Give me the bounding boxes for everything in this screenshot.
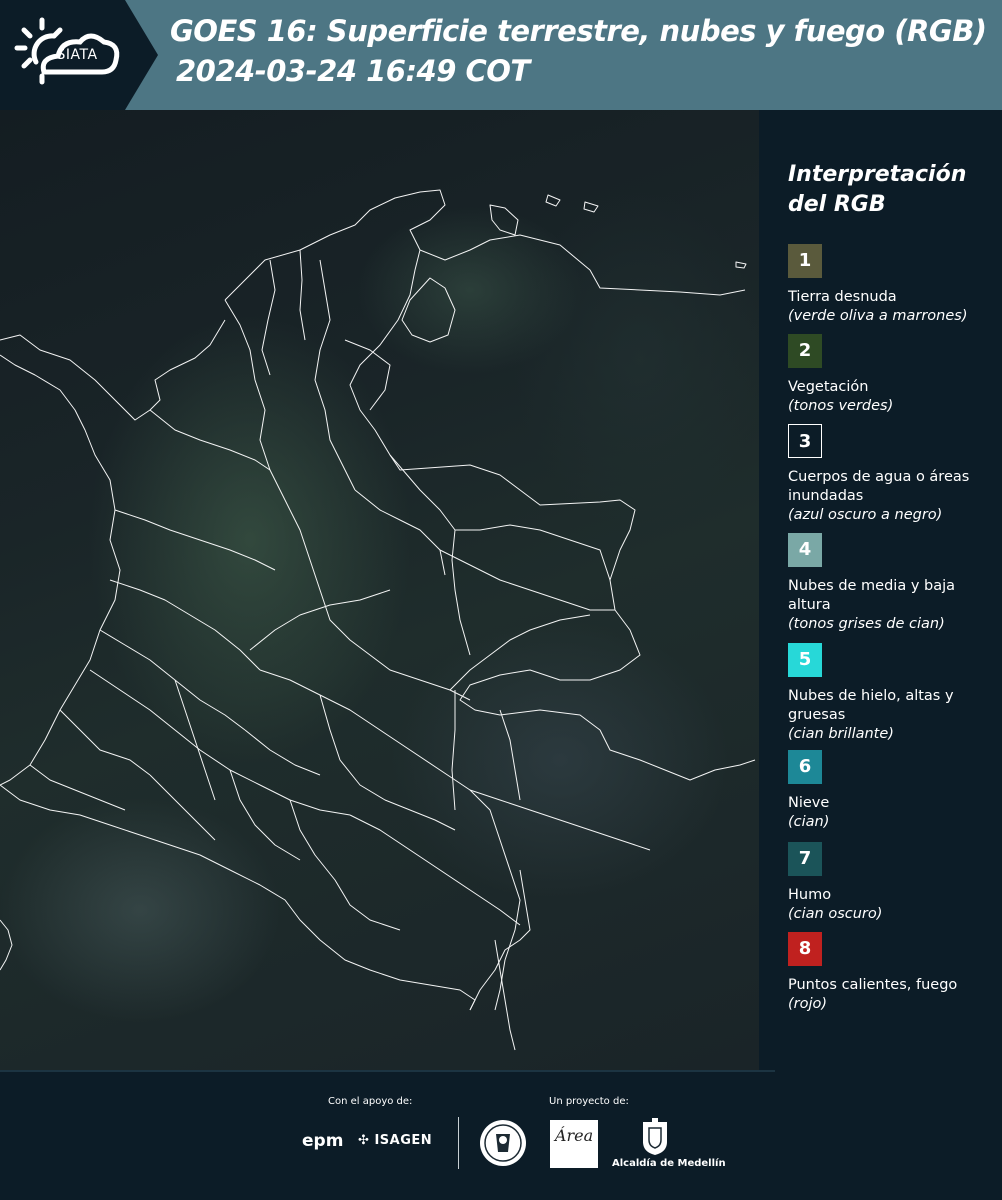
legend-description: (tonos grises de cian) xyxy=(788,616,945,632)
national-border xyxy=(349,249,756,781)
university-seal-icon xyxy=(480,1120,526,1166)
department-line xyxy=(244,729,321,776)
legend-swatch: 1 xyxy=(788,244,822,278)
department-line xyxy=(149,409,271,471)
department-line xyxy=(114,509,276,571)
legend-label: Nubes de media y baja altura xyxy=(788,578,956,613)
department-line xyxy=(344,339,391,411)
legend-label: Puntos calientes, fuego xyxy=(788,977,958,993)
department-line xyxy=(389,454,471,656)
project-caption: Un proyecto de: xyxy=(549,1096,629,1107)
pacific-coastline xyxy=(0,319,226,421)
department-line xyxy=(499,709,521,801)
department-line xyxy=(261,259,276,376)
isagen-text: ISAGEN xyxy=(374,1133,433,1148)
legend-label: Humo xyxy=(788,887,832,903)
alcaldia-text: Alcaldía de Medellín xyxy=(612,1158,726,1169)
national-border xyxy=(494,939,516,1051)
department-line xyxy=(149,774,216,841)
island xyxy=(735,261,747,269)
department-line xyxy=(314,259,356,491)
legend-label: Vegetación xyxy=(788,379,869,395)
department-line xyxy=(354,489,446,576)
ecuador-coastline xyxy=(0,919,13,971)
legend-item-vegetation: 2 Vegetación (tonos verdes) xyxy=(788,334,998,416)
isagen-logo: ✣ ISAGEN xyxy=(358,1133,432,1148)
department-line xyxy=(259,669,521,1011)
legend-description: (cian oscuro) xyxy=(788,906,883,922)
legend-description: (rojo) xyxy=(788,996,828,1012)
department-line xyxy=(455,524,611,581)
department-line xyxy=(299,249,306,341)
legend-item-fire: 8 Puntos calientes, fuego (rojo) xyxy=(788,932,998,1014)
legend-item-low-clouds: 4 Nubes de media y baja altura (tonos gr… xyxy=(788,533,998,634)
header-bar: SIATA GOES 16: Superficie terrestre, nub… xyxy=(0,0,1002,110)
legend-label: Tierra desnuda xyxy=(788,289,897,305)
department-line xyxy=(89,669,351,816)
department-line xyxy=(451,690,456,811)
department-line xyxy=(229,769,301,861)
department-line xyxy=(439,549,615,611)
island xyxy=(583,201,599,213)
legend-title: Interpretación del RGB xyxy=(788,162,967,217)
siata-logo-text: SIATA xyxy=(56,47,98,63)
epm-logo: epm xyxy=(302,1131,344,1151)
legend-swatch: 8 xyxy=(788,932,822,966)
legend-swatch: 4 xyxy=(788,533,822,567)
caribbean-coastline xyxy=(224,189,746,301)
satellite-map xyxy=(0,110,760,1070)
legend-swatch: 3 xyxy=(788,424,822,458)
legend-description: (cian) xyxy=(788,814,830,830)
area-metropolitana-text: Área xyxy=(554,1126,594,1145)
department-line xyxy=(29,764,126,811)
legend-swatch: 6 xyxy=(788,750,822,784)
department-line xyxy=(174,679,216,801)
island xyxy=(489,204,519,236)
island xyxy=(545,194,561,207)
map-divider xyxy=(759,110,761,1070)
department-line xyxy=(99,629,246,731)
maracaibo-lake xyxy=(401,277,456,343)
footer-separator xyxy=(0,1070,775,1072)
legend-label: Cuerpos de agua o áreas inundadas xyxy=(788,469,970,504)
legend-item-ice-clouds: 5 Nubes de hielo, altas y gruesas (cian … xyxy=(788,643,998,744)
timestamp: 2024-03-24 16:49 COT xyxy=(176,54,530,88)
legend-item-smoke: 7 Humo (cian oscuro) xyxy=(788,842,998,924)
alcaldia-shield-icon xyxy=(643,1118,667,1155)
legend-item-snow: 6 Nieve (cian) xyxy=(788,750,998,832)
department-line xyxy=(319,694,456,831)
department-line xyxy=(249,589,391,651)
department-line xyxy=(59,709,151,776)
footer-divider xyxy=(458,1117,459,1169)
legend-item-water: 3 Cuerpos de agua o áreas inundadas (azu… xyxy=(788,424,998,525)
national-border xyxy=(0,784,476,1011)
boundary-lines xyxy=(0,189,756,1051)
legend-description: (azul oscuro a negro) xyxy=(788,507,943,523)
legend-item-bare-land: 1 Tierra desnuda (verde oliva a marrones… xyxy=(788,244,998,326)
department-line xyxy=(109,579,261,671)
legend-swatch: 7 xyxy=(788,842,822,876)
department-line xyxy=(289,799,401,931)
legend-label: Nubes de hielo, altas y gruesas xyxy=(788,688,954,723)
legend-label: Nieve xyxy=(788,795,830,811)
legend-swatch: 2 xyxy=(788,334,822,368)
page-title: GOES 16: Superficie terrestre, nubes y f… xyxy=(170,14,987,48)
department-line xyxy=(449,614,591,691)
pacific-coastline xyxy=(0,354,121,786)
support-caption: Con el apoyo de: xyxy=(328,1096,413,1107)
department-line xyxy=(349,814,521,926)
isagen-icon: ✣ xyxy=(358,1133,370,1148)
legend-description: (cian brillante) xyxy=(788,726,894,742)
department-line xyxy=(469,789,651,851)
legend-description: (tonos verdes) xyxy=(788,398,894,414)
legend-swatch: 5 xyxy=(788,643,822,677)
logo-block: SIATA xyxy=(0,0,160,110)
legend-description: (verde oliva a marrones) xyxy=(788,308,968,324)
